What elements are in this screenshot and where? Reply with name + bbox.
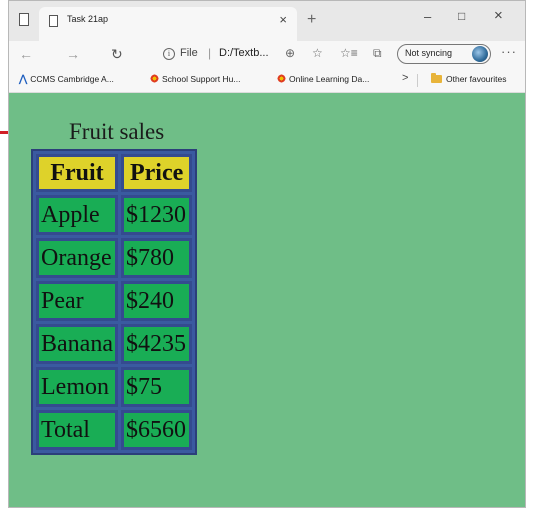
favorites-bar: ⋀ CCMS Cambridge A... School Support Hu..… [9,69,525,93]
table-row: Lemon $75 [36,367,193,407]
sync-label: Not syncing [405,48,453,58]
favorite-online-learning[interactable]: Online Learning Da... [277,74,369,84]
page-icon [49,15,58,27]
price-cell: $1230 [120,195,193,235]
favorite-school-support[interactable]: School Support Hu... [150,74,240,84]
fruit-sales-table: Fruit Price Apple $1230 Orange $780 Pear… [31,149,198,455]
tab-actions-icon[interactable] [19,13,29,26]
table-row: Apple $1230 [36,195,193,235]
favorite-label: Online Learning Da... [289,74,370,84]
page-content: Fruit sales Fruit Price Apple $1230 Oran… [9,93,525,507]
address-scheme-label[interactable]: File [180,47,198,59]
forward-icon[interactable]: → [66,46,80,62]
add-favorite-icon[interactable]: ☆ [312,46,323,60]
more-menu-icon[interactable]: ··· [501,44,517,59]
annotation-arrow [0,131,8,134]
price-cell: $780 [120,238,193,278]
close-tab-icon[interactable]: × [279,12,287,27]
favorites-divider [417,74,418,87]
table-row: Banana $4235 [36,324,193,364]
table-row: Orange $780 [36,238,193,278]
address-url[interactable]: D:/Textb... [219,47,269,59]
favorite-ccms[interactable]: ⋀ CCMS Cambridge A... [19,74,114,85]
table-caption: Fruit sales [69,119,165,144]
title-bar: Task 21ap × + – □ × [9,1,525,41]
flower-icon [150,74,159,83]
favorite-label: CCMS Cambridge A... [30,74,114,84]
fruit-cell: Total [36,410,118,450]
close-window-button[interactable]: × [494,7,503,24]
price-cell: $240 [120,281,193,321]
price-cell: $4235 [120,324,193,364]
browser-window: Task 21ap × + – □ × ← → ↻ i File | D:/Te… [8,0,526,508]
header-row: Fruit Price [36,154,193,192]
other-favourites-folder[interactable]: Other favourites [431,73,507,84]
other-favourites-label: Other favourites [446,74,507,84]
zoom-icon[interactable]: ⊕ [285,46,295,60]
favorites-list-icon[interactable]: ☆≡ [340,46,358,60]
header-fruit: Fruit [36,154,118,192]
table-row: Total $6560 [36,410,193,450]
maximize-button[interactable]: □ [458,9,465,23]
collections-icon[interactable]: ⧉ [373,46,382,61]
new-tab-button[interactable]: + [307,11,316,29]
ccms-logo-icon: ⋀ [19,74,28,85]
favorites-overflow-icon[interactable]: > [402,72,408,84]
table-row: Pear $240 [36,281,193,321]
fruit-cell: Lemon [36,367,118,407]
fruit-cell: Banana [36,324,118,364]
flower-icon [277,74,286,83]
profile-sync-button[interactable]: Not syncing [397,44,491,64]
minimize-button[interactable]: – [424,9,431,24]
back-icon[interactable]: ← [19,46,33,62]
address-toolbar: ← → ↻ i File | D:/Textb... ⊕ ☆ ☆≡ ⧉ Not … [9,41,525,69]
fruit-cell: Orange [36,238,118,278]
avatar [472,46,488,62]
price-cell: $6560 [120,410,193,450]
fruit-cell: Apple [36,195,118,235]
refresh-icon[interactable]: ↻ [111,46,123,63]
address-separator: | [208,46,212,60]
fruit-cell: Pear [36,281,118,321]
folder-icon [431,73,442,83]
favorite-label: School Support Hu... [162,74,241,84]
header-price: Price [120,154,193,192]
price-cell: $75 [120,367,193,407]
tab-task-21ap[interactable]: Task 21ap × [39,7,297,41]
info-icon[interactable]: i [163,48,175,60]
tab-title: Task 21ap [67,14,109,24]
